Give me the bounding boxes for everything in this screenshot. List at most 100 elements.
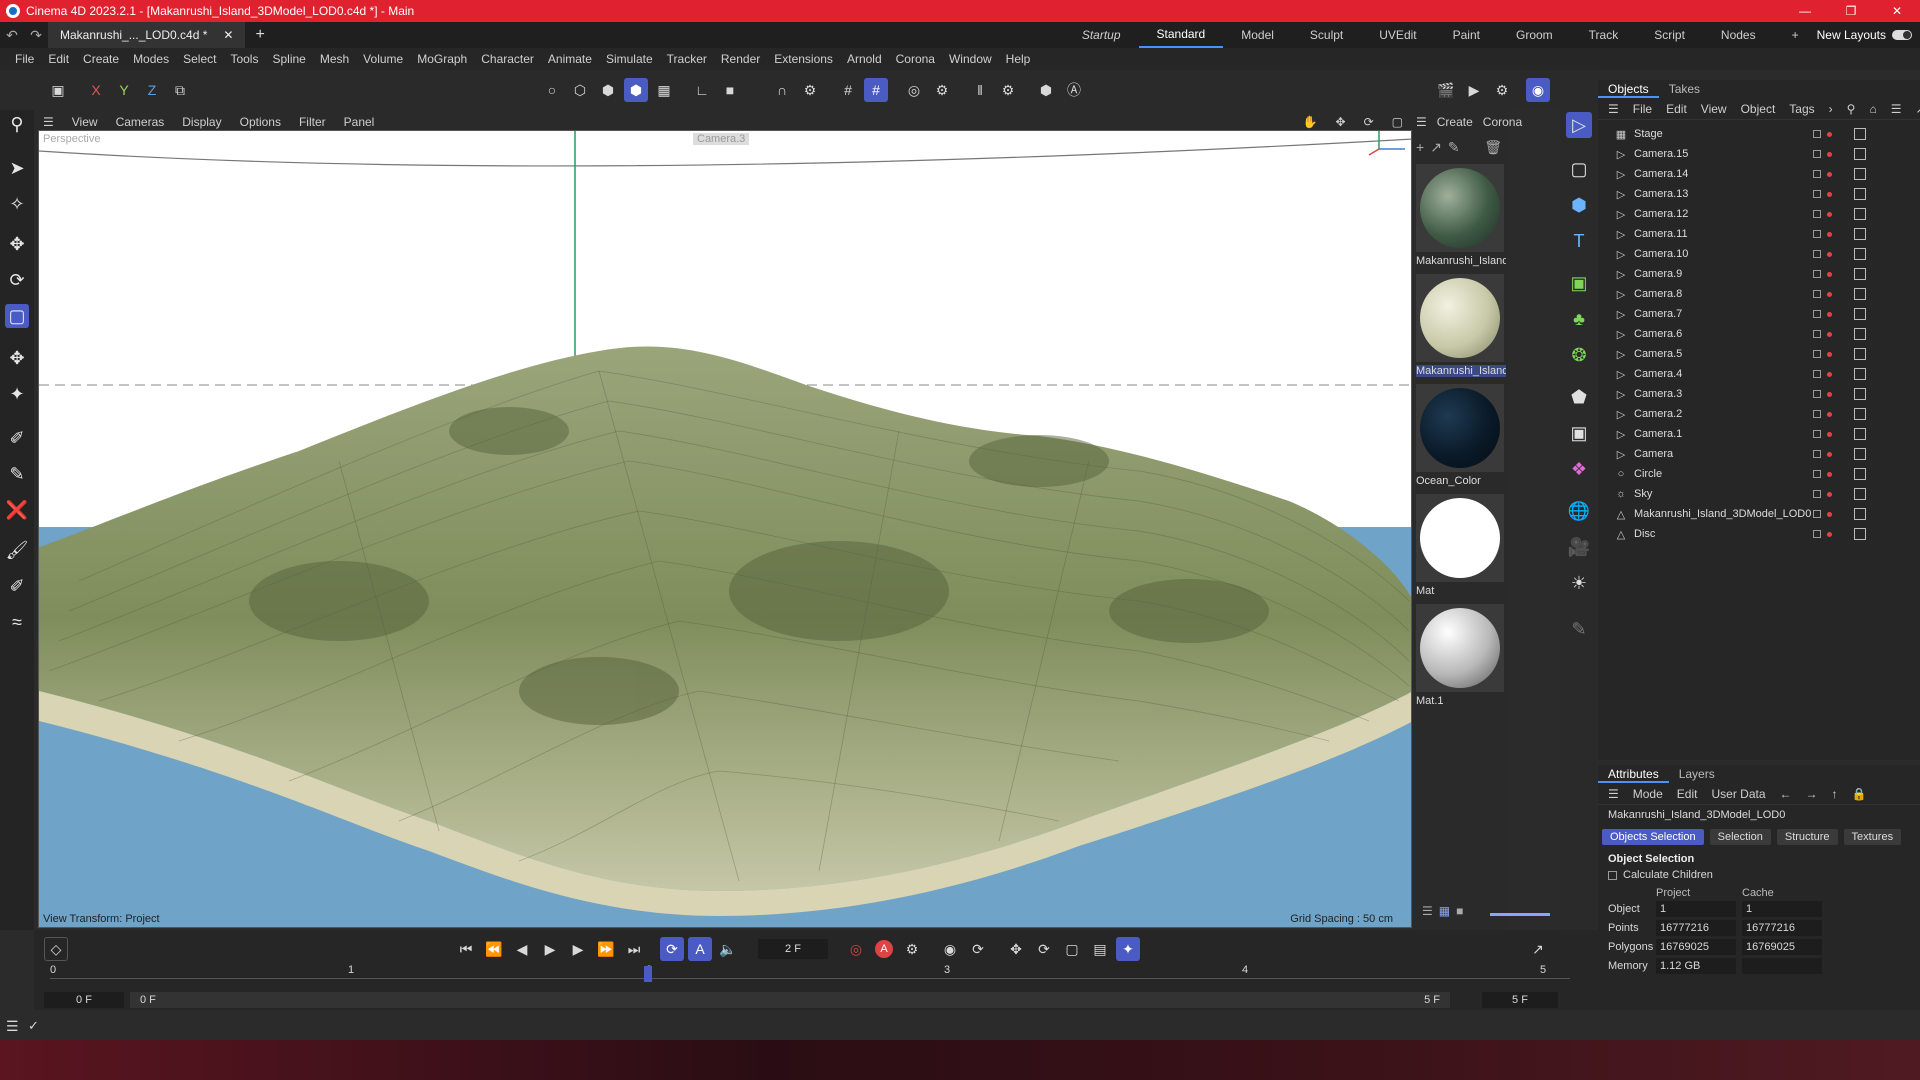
lock-icon[interactable]: 🔒 bbox=[1852, 787, 1867, 801]
add-tab-button[interactable]: + bbox=[255, 26, 264, 44]
object-row[interactable]: ▦ Stage bbox=[1598, 124, 1920, 144]
polygon-pen-icon[interactable]: ✐ bbox=[5, 574, 29, 598]
visibility-flags[interactable] bbox=[1813, 470, 1832, 478]
material-swatch[interactable]: Makanrushi_Island bbox=[1416, 274, 1506, 377]
viewport-menu-icon[interactable]: ☰ bbox=[34, 115, 63, 129]
visibility-flags[interactable] bbox=[1813, 290, 1832, 298]
environment-icon[interactable]: 🌐 bbox=[1566, 498, 1592, 524]
menu-arnold[interactable]: Arnold bbox=[840, 52, 889, 66]
search-icon[interactable]: ⚲ bbox=[1847, 102, 1856, 116]
large-view-icon[interactable]: ■ bbox=[1456, 904, 1463, 918]
menu-render[interactable]: Render bbox=[714, 52, 767, 66]
tag-icon[interactable] bbox=[1854, 268, 1866, 280]
symmetry-icon[interactable]: ‖ bbox=[968, 78, 992, 102]
menu-mograph[interactable]: MoGraph bbox=[410, 52, 474, 66]
forward-arrow-icon[interactable]: → bbox=[1806, 787, 1818, 801]
tag-icon[interactable] bbox=[1854, 348, 1866, 360]
enable-checkbox[interactable] bbox=[1813, 190, 1821, 198]
new-window-icon[interactable]: ↗ bbox=[1915, 102, 1920, 116]
smooth-tool-icon[interactable]: ≈ bbox=[5, 610, 29, 634]
tag-icon[interactable] bbox=[1854, 368, 1866, 380]
edit-material-icon[interactable]: ✎ bbox=[1448, 139, 1460, 156]
edit-icon[interactable]: ✎ bbox=[1566, 616, 1592, 642]
loop-icon[interactable]: ⟳ bbox=[660, 937, 684, 961]
tag-icon[interactable] bbox=[1854, 148, 1866, 160]
objects-menu-tags[interactable]: Tags bbox=[1789, 102, 1814, 116]
tag-icon[interactable] bbox=[1854, 428, 1866, 440]
visibility-flags[interactable] bbox=[1813, 510, 1832, 518]
auto-key-icon[interactable]: Ⓐ bbox=[1062, 78, 1086, 102]
pan-view-icon[interactable]: ✋ bbox=[1294, 115, 1327, 129]
key-position-icon[interactable]: ◉ bbox=[938, 937, 962, 961]
editor-visibility-dot[interactable] bbox=[1827, 471, 1832, 477]
visibility-flags[interactable] bbox=[1813, 230, 1832, 238]
object-row[interactable]: ▷ Camera.12 bbox=[1598, 204, 1920, 224]
next-frame-icon[interactable]: ▶ bbox=[566, 937, 590, 961]
editor-visibility-dot[interactable] bbox=[1827, 491, 1832, 497]
visibility-flags[interactable] bbox=[1813, 530, 1832, 538]
layout-startup[interactable]: Startup bbox=[1064, 22, 1139, 48]
enable-checkbox[interactable] bbox=[1813, 250, 1821, 258]
visibility-flags[interactable] bbox=[1813, 430, 1832, 438]
object-row[interactable]: ▷ Camera.2 bbox=[1598, 404, 1920, 424]
filter-icon[interactable]: ☰ bbox=[1891, 102, 1902, 116]
menu-extensions[interactable]: Extensions bbox=[767, 52, 840, 66]
maximize-view-icon[interactable]: ▢ bbox=[1383, 115, 1412, 129]
visibility-flags[interactable] bbox=[1813, 350, 1832, 358]
enable-checkbox[interactable] bbox=[1813, 330, 1821, 338]
viewport-menu-display[interactable]: Display bbox=[173, 115, 230, 129]
layout-sculpt[interactable]: Sculpt bbox=[1292, 22, 1361, 48]
object-row[interactable]: ▷ Camera.11 bbox=[1598, 224, 1920, 244]
rotate-tool-icon[interactable]: ⟳ bbox=[5, 268, 29, 292]
object-row[interactable]: ▷ Camera.13 bbox=[1598, 184, 1920, 204]
material-swatch[interactable]: Mat.1 bbox=[1416, 604, 1506, 707]
edges-mode-icon[interactable]: ⬡ bbox=[568, 78, 592, 102]
object-row[interactable]: ▷ Camera.6 bbox=[1598, 324, 1920, 344]
tag-icon[interactable] bbox=[1854, 388, 1866, 400]
layout-standard[interactable]: Standard bbox=[1138, 22, 1224, 48]
object-row[interactable]: ☼ Sky bbox=[1598, 484, 1920, 504]
attribute-project-value[interactable]: 1 bbox=[1656, 900, 1736, 917]
rotate-view-icon[interactable]: ⟳ bbox=[1355, 115, 1383, 129]
enable-checkbox[interactable] bbox=[1813, 410, 1821, 418]
current-frame-field[interactable]: 2 F bbox=[758, 939, 828, 959]
texture-mode-icon[interactable]: ■ bbox=[718, 78, 742, 102]
material-swatch[interactable]: Makanrushi_Island bbox=[1416, 164, 1506, 267]
polygons-mode-icon[interactable]: ⬢ bbox=[596, 78, 620, 102]
status-check-icon[interactable]: ✓ bbox=[28, 1018, 39, 1034]
z-axis-lock[interactable]: Z bbox=[140, 78, 164, 102]
attribute-project-value[interactable]: 16769025 bbox=[1656, 938, 1736, 955]
select-tool-icon[interactable]: ➤ bbox=[5, 156, 29, 180]
go-to-start-icon[interactable]: ⏮ bbox=[454, 937, 478, 961]
enable-checkbox[interactable] bbox=[1813, 370, 1821, 378]
layout-model[interactable]: Model bbox=[1223, 22, 1292, 48]
object-row[interactable]: ▷ Camera.8 bbox=[1598, 284, 1920, 304]
knife-tool-icon[interactable]: ❌ bbox=[5, 498, 29, 522]
editor-visibility-dot[interactable] bbox=[1827, 251, 1832, 257]
visibility-flags[interactable] bbox=[1813, 330, 1832, 338]
tab-attributes[interactable]: Attributes bbox=[1598, 765, 1669, 783]
next-key-icon[interactable]: ⏩ bbox=[594, 937, 618, 961]
scale-tool-icon[interactable]: ▢ bbox=[5, 304, 29, 328]
tab-takes[interactable]: Takes bbox=[1659, 80, 1710, 98]
editor-visibility-dot[interactable] bbox=[1827, 371, 1832, 377]
subtab-textures[interactable]: Textures bbox=[1843, 829, 1902, 845]
play-icon[interactable]: ▶ bbox=[538, 937, 562, 961]
move-tool-icon[interactable]: ✥ bbox=[5, 232, 29, 256]
go-to-end-icon[interactable]: ⏭ bbox=[622, 937, 646, 961]
tag-icon[interactable] bbox=[1854, 128, 1866, 140]
viewport-menu-view[interactable]: View bbox=[63, 115, 107, 129]
null-object-icon[interactable]: ▢ bbox=[1566, 156, 1592, 182]
previous-frame-icon[interactable]: ◀ bbox=[510, 937, 534, 961]
material-swatch[interactable]: Ocean_Color bbox=[1416, 384, 1506, 487]
object-row[interactable]: ▷ Camera.14 bbox=[1598, 164, 1920, 184]
menu-simulate[interactable]: Simulate bbox=[599, 52, 660, 66]
tag-icon[interactable] bbox=[1854, 248, 1866, 260]
autokey-icon[interactable]: A bbox=[872, 937, 896, 961]
menu-mesh[interactable]: Mesh bbox=[313, 52, 356, 66]
viewport-menu-cameras[interactable]: Cameras bbox=[107, 115, 174, 129]
objects-menu-view[interactable]: View bbox=[1701, 102, 1727, 116]
layout-groom[interactable]: Groom bbox=[1498, 22, 1571, 48]
subtab-structure[interactable]: Structure bbox=[1776, 829, 1838, 845]
key-move-icon[interactable]: ✥ bbox=[1004, 937, 1028, 961]
